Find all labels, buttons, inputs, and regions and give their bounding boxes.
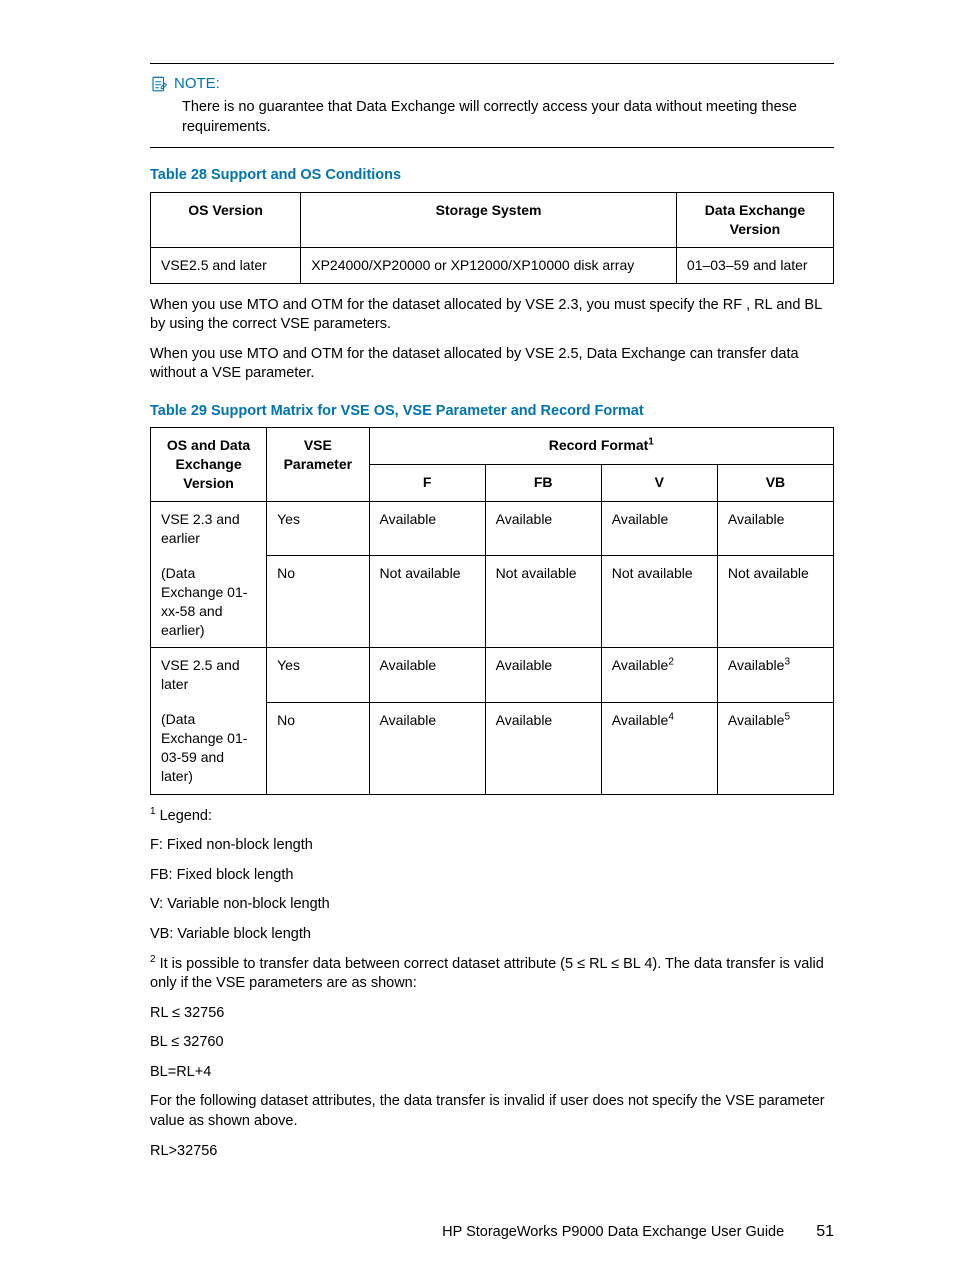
- table-29-title: Table 29 Support Matrix for VSE OS, VSE …: [150, 402, 834, 422]
- t29-h-vb: VB: [717, 465, 833, 502]
- table-28: OS Version Storage System Data Exchange …: [150, 192, 834, 284]
- t29-g1r1-vse: Yes: [267, 502, 369, 556]
- t29-g2-os-b: (Data Exchange 01-03-59 and later): [151, 702, 267, 794]
- t29-h-vse: VSE Parameter: [267, 428, 369, 502]
- t29-g1-os-a: VSE 2.3 and earlier: [151, 502, 267, 556]
- t29-g2r1-v-text: Available: [612, 657, 669, 673]
- paragraph-2: When you use MTO and OTM for the dataset…: [150, 345, 834, 384]
- footnote-2: 2 It is possible to transfer data betwee…: [150, 955, 834, 994]
- t28-h-os: OS Version: [151, 192, 301, 247]
- t28-h-storage: Storage System: [301, 192, 677, 247]
- fn2-body: It is possible to transfer data between …: [150, 956, 824, 992]
- t29-g2r2-v-text: Available: [612, 712, 669, 728]
- note-body: There is no guarantee that Data Exchange…: [182, 98, 834, 137]
- t29-h-v: V: [601, 465, 717, 502]
- t29-g1r1-vb: Available: [717, 502, 833, 556]
- t28-r1c3: 01–03–59 and later: [676, 247, 833, 283]
- fn2-l3: BL=RL+4: [150, 1063, 834, 1083]
- t29-h-rf-text: Record Format: [549, 437, 649, 453]
- t29-g2r2-vse: No: [267, 702, 369, 794]
- rule-bottom: [150, 147, 834, 148]
- fn2-l1: RL ≤ 32756: [150, 1004, 834, 1024]
- t29-g2r2-v-sup: 4: [668, 711, 674, 722]
- t29-g2r1-vb-sup: 3: [784, 657, 790, 668]
- t29-g2r2-v: Available4: [601, 702, 717, 794]
- footer-page: 51: [816, 1223, 834, 1240]
- fn1-l2: FB: Fixed block length: [150, 866, 834, 886]
- t29-h-f: F: [369, 465, 485, 502]
- table-28-title: Table 28 Support and OS Conditions: [150, 166, 834, 186]
- rule-top: [150, 63, 834, 64]
- fn1-l1: F: Fixed non-block length: [150, 836, 834, 856]
- t28-h-dex: Data Exchange Version: [676, 192, 833, 247]
- fn2-l2: BL ≤ 32760: [150, 1033, 834, 1053]
- t28-r1c1: VSE2.5 and later: [151, 247, 301, 283]
- note-icon: [150, 75, 168, 93]
- t29-g2r1-vb-text: Available: [728, 657, 785, 673]
- page-footer: HP StorageWorks P9000 Data Exchange User…: [150, 1221, 834, 1243]
- t29-g1r2-vse: No: [267, 556, 369, 648]
- t29-g2r1-v-sup: 2: [668, 657, 674, 668]
- t29-g2r1-v: Available2: [601, 648, 717, 702]
- t29-g2r1-vse: Yes: [267, 648, 369, 702]
- t29-g2r2-vb-text: Available: [728, 712, 785, 728]
- footnote-1: 1 Legend:: [150, 807, 834, 827]
- fn1-lead: Legend:: [156, 808, 212, 824]
- para3-l1: RL>32756: [150, 1142, 834, 1162]
- t29-g1r2-vb: Not available: [717, 556, 833, 648]
- t29-g1-os-b: (Data Exchange 01-xx-58 and earlier): [151, 556, 267, 648]
- paragraph-3: For the following dataset attributes, th…: [150, 1092, 834, 1131]
- t29-g2r1-vb: Available3: [717, 648, 833, 702]
- t29-g2-os-a: VSE 2.5 and later: [151, 648, 267, 702]
- t29-g2r2-vb: Available5: [717, 702, 833, 794]
- t28-r1c2: XP24000/XP20000 or XP12000/XP10000 disk …: [301, 247, 677, 283]
- footer-title: HP StorageWorks P9000 Data Exchange User…: [442, 1224, 784, 1240]
- t29-g2r2-fb: Available: [485, 702, 601, 794]
- t29-g2r2-vb-sup: 5: [784, 711, 790, 722]
- t29-g1r2-fb: Not available: [485, 556, 601, 648]
- t29-g2r1-f: Available: [369, 648, 485, 702]
- t29-g1r1-f: Available: [369, 502, 485, 556]
- t29-g1r2-v: Not available: [601, 556, 717, 648]
- note-header: NOTE:: [150, 74, 834, 94]
- t29-h-fb: FB: [485, 465, 601, 502]
- t29-g2r1-fb: Available: [485, 648, 601, 702]
- table-29: OS and Data Exchange Version VSE Paramet…: [150, 427, 834, 794]
- note-label: NOTE:: [174, 74, 220, 94]
- t29-h-rf-sup: 1: [648, 437, 654, 448]
- t29-g1r2-f: Not available: [369, 556, 485, 648]
- t29-g1r1-v: Available: [601, 502, 717, 556]
- fn1-l3: V: Variable non-block length: [150, 895, 834, 915]
- t29-g2r2-f: Available: [369, 702, 485, 794]
- t29-g1r1-fb: Available: [485, 502, 601, 556]
- paragraph-1: When you use MTO and OTM for the dataset…: [150, 296, 834, 335]
- fn1-l4: VB: Variable block length: [150, 925, 834, 945]
- t29-h-os: OS and Data Exchange Version: [151, 428, 267, 502]
- t29-h-rf: Record Format1: [369, 428, 833, 465]
